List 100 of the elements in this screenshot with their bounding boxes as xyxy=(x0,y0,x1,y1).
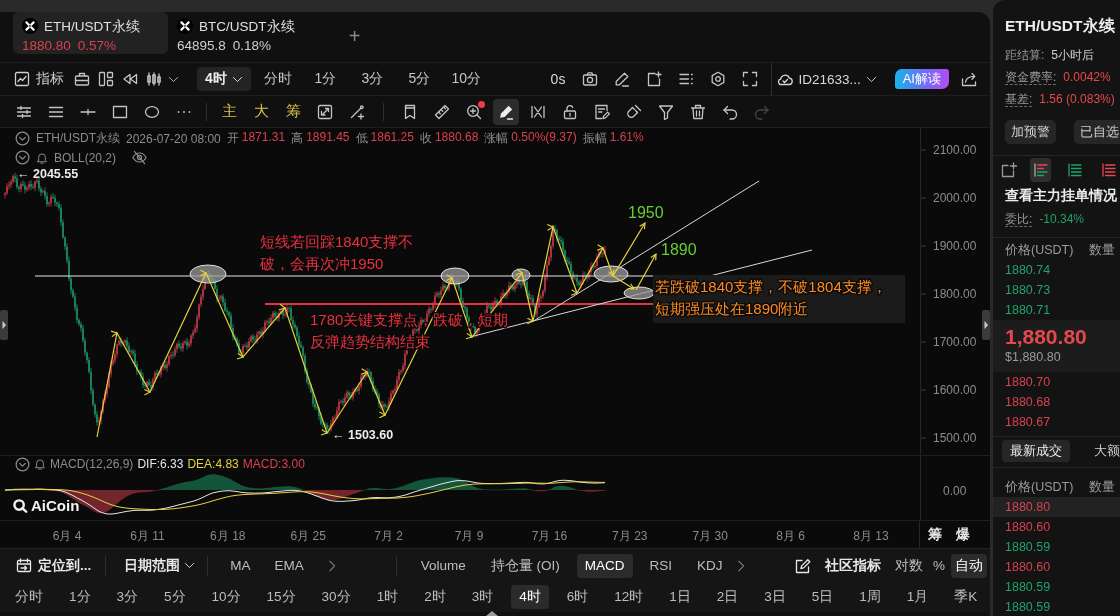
date-axis-label: 6月 25 xyxy=(290,528,326,545)
settings-icon[interactable] xyxy=(710,71,727,87)
filter-icon[interactable] xyxy=(658,103,674,120)
collapse-icon[interactable] xyxy=(15,456,30,472)
undo-icon[interactable] xyxy=(722,103,738,120)
ruler-icon[interactable] xyxy=(434,103,450,120)
axis-toggle-button[interactable]: 爆 xyxy=(956,525,970,544)
interval-button[interactable]: 10分 xyxy=(442,67,490,91)
interval-button[interactable]: 15分 xyxy=(258,585,304,609)
interval-button[interactable]: 1时 xyxy=(368,585,407,609)
fullscreen-icon[interactable] xyxy=(742,71,759,87)
trade-tab[interactable]: 大额 xyxy=(1086,440,1120,462)
interval-button[interactable]: 5分 xyxy=(395,67,443,91)
rewind-icon[interactable] xyxy=(122,71,138,87)
date-axis-label: 7月 9 xyxy=(454,528,484,545)
price-axis-label: 1600.00 xyxy=(933,383,977,397)
text-tool-button[interactable]: 主 xyxy=(213,99,245,124)
bookmark-icon[interactable] xyxy=(402,103,418,120)
interval-button[interactable]: 3分 xyxy=(108,585,147,609)
indicator-tab[interactable]: MACD xyxy=(576,553,633,578)
camera-icon[interactable] xyxy=(582,71,599,87)
interval-button[interactable]: 12时 xyxy=(606,585,652,609)
interval-button[interactable]: 3时 xyxy=(463,585,502,609)
interval-button[interactable]: 30分 xyxy=(313,585,359,609)
interval-button[interactable]: 4时 xyxy=(511,585,549,609)
scale-mode-button[interactable]: 对数 xyxy=(891,553,927,578)
symbol-tab[interactable]: BTC/USDT永续 64895.8 0.18% xyxy=(168,12,309,54)
date-range-dropdown[interactable]: 日期范围 xyxy=(124,556,196,575)
interval-dropdown[interactable]: 4时 xyxy=(197,67,251,91)
share-icon[interactable] xyxy=(961,71,977,87)
interval-button[interactable]: 5分 xyxy=(156,585,194,609)
scale-mode-button[interactable]: % xyxy=(929,553,949,578)
layout-icon[interactable] xyxy=(98,71,114,87)
toolbox-icon[interactable] xyxy=(74,71,90,87)
account-dropdown[interactable]: ID21633... xyxy=(777,71,877,87)
pen-tool-button[interactable] xyxy=(493,98,519,125)
interval-button[interactable]: 3日 xyxy=(756,585,794,609)
hide-drawings-icon[interactable] xyxy=(530,103,546,120)
overlay-toggle[interactable]: EMA xyxy=(272,553,306,578)
note-edit-icon[interactable] xyxy=(594,103,610,120)
panel-button[interactable]: 已自选 xyxy=(1074,120,1120,144)
interval-button[interactable]: 1分 xyxy=(301,67,349,91)
interval-button[interactable]: 分时 xyxy=(254,67,302,91)
collapse-icon[interactable] xyxy=(15,131,30,146)
locate-button[interactable]: 定位到... xyxy=(16,556,92,575)
trade-tab[interactable]: 最新成交 xyxy=(1002,440,1070,462)
edit-box-icon[interactable] xyxy=(317,103,333,120)
sliders-icon[interactable] xyxy=(16,103,32,120)
indicator-tab[interactable]: 持仓量 (OI) xyxy=(482,553,568,578)
scale-mode-button[interactable]: 自动 xyxy=(951,553,987,578)
interval-button[interactable]: 1月 xyxy=(898,585,937,609)
interval-button[interactable]: 2日 xyxy=(708,585,747,609)
ellipse-icon[interactable] xyxy=(144,103,160,120)
interval-button[interactable]: 1日 xyxy=(661,585,699,609)
add-window-icon[interactable] xyxy=(1001,162,1017,178)
overlay-toggle[interactable]: MA xyxy=(228,553,253,578)
interval-button[interactable]: 5日 xyxy=(803,585,842,609)
last-price: 1,880.80 xyxy=(1005,325,1088,349)
rectangle-icon[interactable] xyxy=(112,103,128,120)
stat-value: 1.61% xyxy=(609,130,644,146)
edit-icon xyxy=(795,557,811,574)
interval-button[interactable]: 6时 xyxy=(558,585,597,609)
interval-button[interactable]: 季K xyxy=(946,585,986,609)
interval-button[interactable]: 2时 xyxy=(416,585,454,609)
indicators-button[interactable]: 指标 xyxy=(14,70,64,88)
panel-button[interactable]: 加预警 xyxy=(1005,120,1056,144)
community-indicators-button[interactable]: 社区指标 xyxy=(795,556,881,575)
ai-button[interactable]: AI解读 xyxy=(894,69,949,89)
zoom-in-icon[interactable] xyxy=(466,103,482,120)
interval-button[interactable]: 3分 xyxy=(348,67,396,91)
indicator-tab[interactable]: RSI xyxy=(641,553,681,578)
collapse-icon[interactable] xyxy=(15,150,30,165)
list-icon[interactable] xyxy=(678,71,695,87)
bell-icon[interactable] xyxy=(36,151,48,164)
interval-button[interactable]: 10分 xyxy=(203,585,249,609)
text-tool-button[interactable]: 大 xyxy=(245,99,277,124)
interval-button[interactable]: 分时 xyxy=(7,585,51,609)
panel-handle-icon[interactable] xyxy=(982,310,990,340)
stat-label: 低 xyxy=(355,130,368,147)
view-mode-button[interactable] xyxy=(1030,158,1052,182)
indicator-tab[interactable]: Volume xyxy=(412,553,474,578)
symbol-tab[interactable]: ETH/USDT永续 1880.80 0.57% xyxy=(13,12,168,54)
candlestick-icon[interactable] xyxy=(146,71,162,87)
text-tool-button[interactable]: 筹 xyxy=(277,99,309,124)
eye-slash-icon[interactable] xyxy=(132,150,148,165)
axis-toggle-button[interactable]: 筹 xyxy=(928,525,942,544)
add-tab-button[interactable]: + xyxy=(344,26,365,46)
lock-icon[interactable] xyxy=(562,103,578,120)
trash-icon[interactable] xyxy=(690,103,706,120)
magnet-icon[interactable] xyxy=(626,103,642,120)
line-tool-icon[interactable] xyxy=(349,103,365,120)
bell-icon[interactable] xyxy=(34,458,46,470)
order-book-icon xyxy=(1101,162,1118,178)
interval-button[interactable]: 1周 xyxy=(851,585,889,609)
price-axis-label: 1700.00 xyxy=(933,335,977,349)
indicator-tab[interactable]: KDJ xyxy=(689,553,731,578)
pencil-icon[interactable] xyxy=(614,71,631,87)
trade-price: 1880.60 xyxy=(1005,520,1051,534)
interval-button[interactable]: 1分 xyxy=(61,585,99,609)
note-add-icon[interactable] xyxy=(646,71,663,87)
